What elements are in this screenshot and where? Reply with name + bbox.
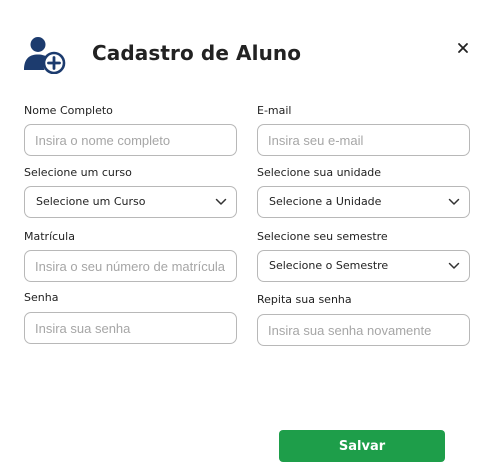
course-selected-value: Selecione um Curso <box>36 195 146 208</box>
unit-selected-value: Selecione a Unidade <box>269 195 382 208</box>
chevron-down-icon <box>215 198 227 205</box>
save-button[interactable]: Salvar <box>279 430 445 462</box>
password-input[interactable] <box>24 312 237 344</box>
registration-label: Matrícula <box>24 230 75 243</box>
password-repeat-input[interactable] <box>257 314 470 346</box>
chevron-down-icon <box>448 198 460 205</box>
user-add-icon <box>24 37 66 74</box>
course-label: Selecione um curso <box>24 166 132 179</box>
email-label: E-mail <box>257 104 292 117</box>
name-label: Nome Completo <box>24 104 113 117</box>
password-repeat-label: Repita sua senha <box>257 293 352 306</box>
registration-input[interactable] <box>24 250 237 282</box>
semester-selected-value: Selecione o Semestre <box>269 259 389 272</box>
password-label: Senha <box>24 291 59 304</box>
dialog-title: Cadastro de Aluno <box>92 41 302 65</box>
unit-label: Selecione sua unidade <box>257 166 382 179</box>
semester-label: Selecione seu semestre <box>257 230 388 243</box>
unit-select[interactable]: Selecione a Unidade <box>257 186 470 218</box>
chevron-down-icon <box>448 262 460 269</box>
semester-select[interactable]: Selecione o Semestre <box>257 250 470 282</box>
name-input[interactable] <box>24 124 237 156</box>
course-select[interactable]: Selecione um Curso <box>24 186 237 218</box>
email-input[interactable] <box>257 124 470 156</box>
close-icon[interactable] <box>454 39 472 57</box>
